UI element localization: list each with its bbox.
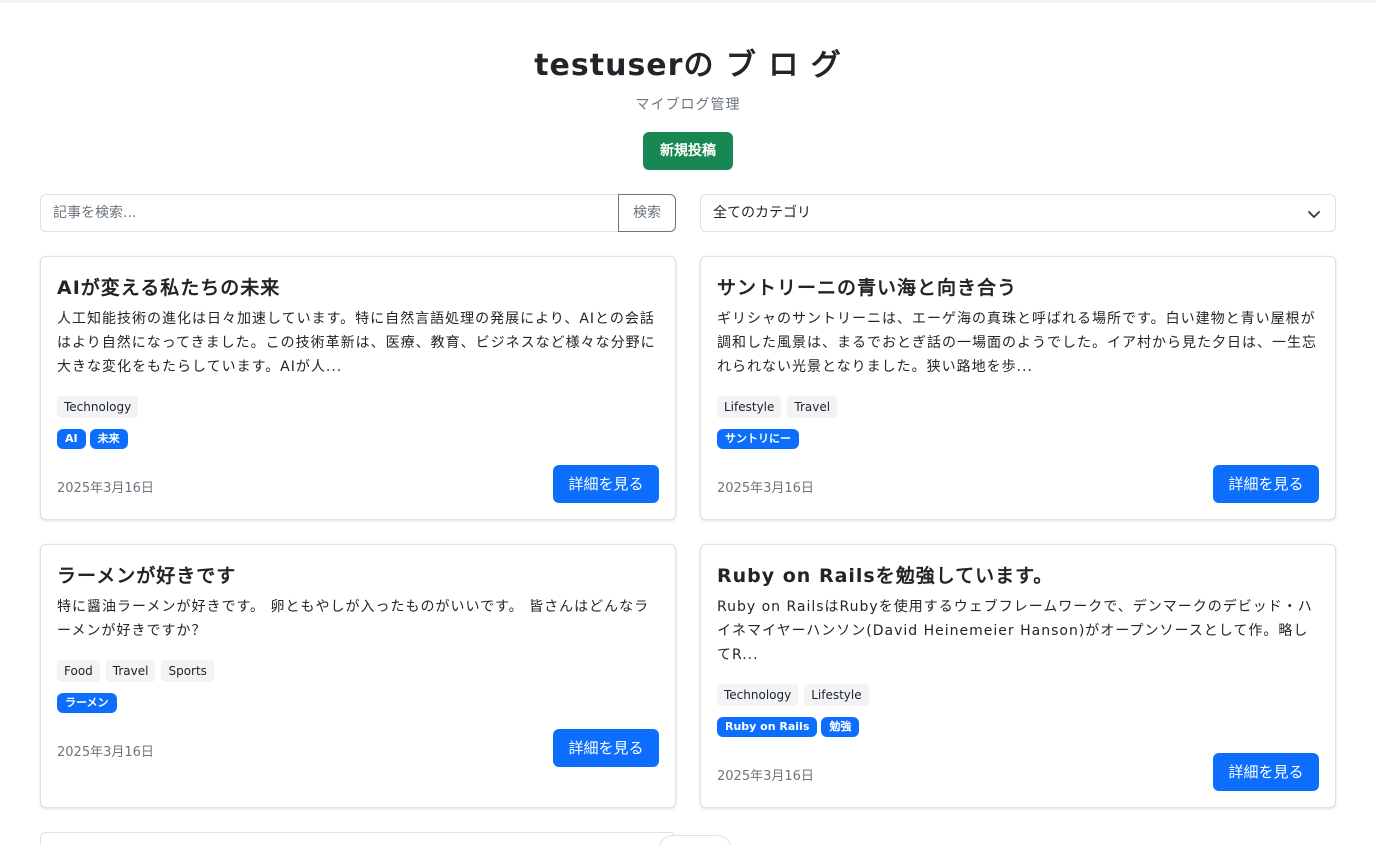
post-title: ラーメンが好きです <box>57 565 237 587</box>
post-card: Ruby on Railsを勉強しています。 Ruby on RailsはRub… <box>700 544 1336 808</box>
category-select[interactable]: 全てのカテゴリ <box>700 194 1336 232</box>
view-detail-button[interactable]: 詳細を見る <box>1213 753 1319 791</box>
tag-badge[interactable]: AI <box>57 429 86 449</box>
category-badge[interactable]: Sports <box>161 660 214 682</box>
tag-badge[interactable]: 未来 <box>89 429 128 449</box>
post-card: サントリーニの青い海と向き合う ギリシャのサントリーニは、エーゲ海の真珠と呼ばれ… <box>700 256 1336 520</box>
post-card: AIが変える私たちの未来 人工知能技術の進化は日々加速しています。特に自然言語処… <box>40 256 676 520</box>
post-title: Ruby on Railsを勉強しています。 <box>717 565 1054 587</box>
search-input[interactable] <box>40 194 619 232</box>
tag-list: サントリにー <box>717 429 799 449</box>
tag-list: ラーメン <box>57 693 117 713</box>
new-post-button[interactable]: 新規投稿 <box>643 132 733 170</box>
tag-list: Ruby on Rails 勉強 <box>717 717 860 737</box>
post-excerpt: 特に醤油ラーメンが好きです。 卵ともやしが入ったものがいいです。 皆さんはどんな… <box>57 599 650 639</box>
post-card: ラーメンが好きです 特に醤油ラーメンが好きです。 卵ともやしが入ったものがいいで… <box>40 544 676 808</box>
page-subtitle: マイブログ管理 <box>635 97 741 113</box>
post-date: 2025年3月16日 <box>717 481 814 496</box>
category-badge[interactable]: Technology <box>717 684 799 706</box>
top-border <box>0 0 1376 3</box>
category-select-value: 全てのカテゴリ <box>713 205 811 221</box>
tag-list: AI 未来 <box>57 429 128 449</box>
category-list: Food Travel Sports <box>57 660 214 682</box>
category-badge[interactable]: Lifestyle <box>717 396 782 418</box>
post-excerpt: 人工知能技術の進化は日々加速しています。特に自然言語処理の発展により、AIとの会… <box>57 311 656 375</box>
category-badge[interactable]: Travel <box>105 660 156 682</box>
view-detail-button[interactable]: 詳細を見る <box>553 465 659 503</box>
post-title: サントリーニの青い海と向き合う <box>717 277 1018 299</box>
post-date: 2025年3月16日 <box>57 745 154 760</box>
post-excerpt: Ruby on RailsはRubyを使用するウェブフレームワークで、デンマーク… <box>717 599 1313 663</box>
category-list: Technology Lifestyle <box>717 684 869 706</box>
post-excerpt: ギリシャのサントリーニは、エーゲ海の真珠と呼ばれる場所です。白い建物と青い屋根が… <box>717 311 1317 375</box>
tag-badge[interactable]: ラーメン <box>57 693 117 713</box>
category-list: Lifestyle Travel <box>717 396 838 418</box>
category-list: Technology <box>57 396 139 418</box>
page-header: testuserの ブ ロ グ マイブログ管理 <box>0 46 1376 114</box>
post-card-partial <box>40 832 676 845</box>
post-title: AIが変える私たちの未来 <box>57 277 281 299</box>
chevron-down-icon <box>1308 211 1320 218</box>
view-detail-button[interactable]: 詳細を見る <box>1213 465 1319 503</box>
tag-badge[interactable]: サントリにー <box>717 429 799 449</box>
view-detail-button[interactable]: 詳細を見る <box>553 729 659 767</box>
category-badge[interactable]: Food <box>57 660 100 682</box>
category-badge[interactable]: Travel <box>787 396 838 418</box>
post-date: 2025年3月16日 <box>57 481 154 496</box>
category-badge[interactable]: Lifestyle <box>804 684 869 706</box>
post-date: 2025年3月16日 <box>717 769 814 784</box>
search-button[interactable]: 検索 <box>618 194 676 232</box>
search-form: 検索 <box>40 194 676 232</box>
page-title: testuserの ブ ロ グ <box>534 48 842 83</box>
category-badge[interactable]: Technology <box>57 396 139 418</box>
tag-badge[interactable]: Ruby on Rails <box>717 717 818 737</box>
floating-widget[interactable] <box>658 835 732 845</box>
tag-badge[interactable]: 勉強 <box>821 717 860 737</box>
